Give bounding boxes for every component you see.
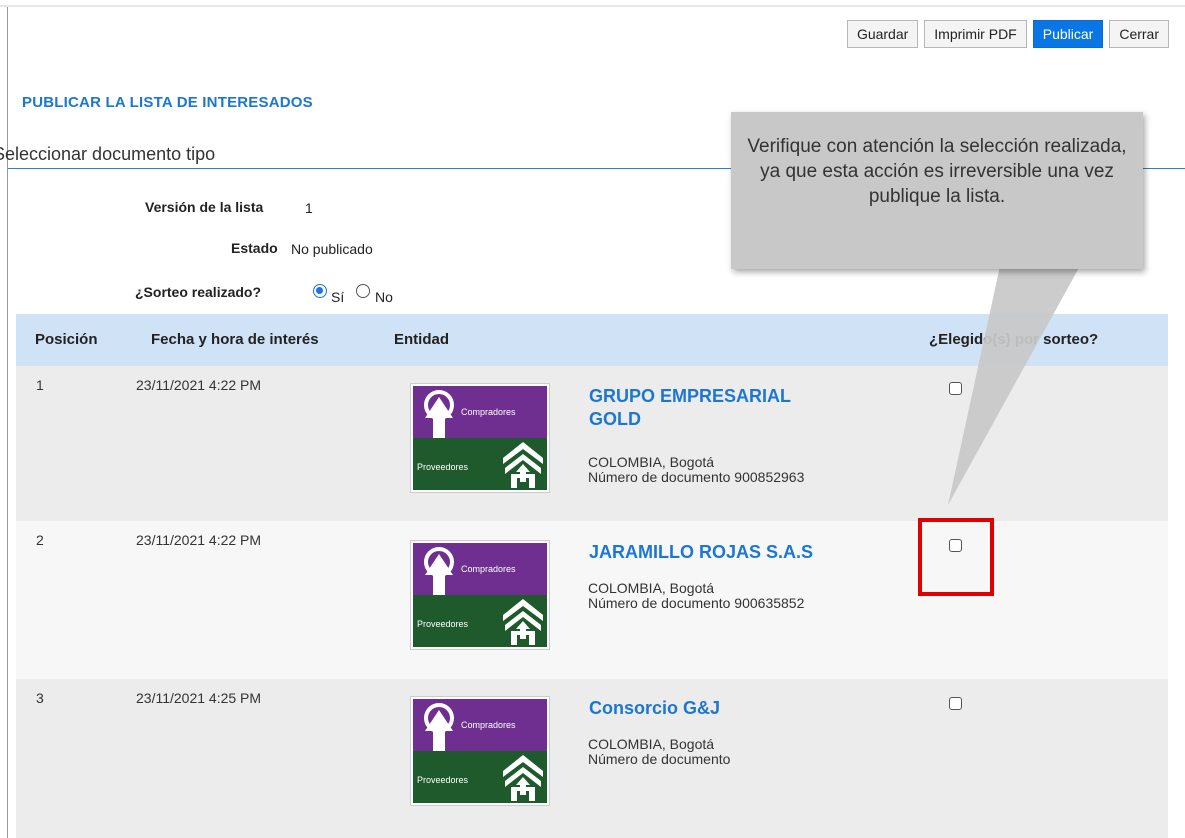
row-position: 2 xyxy=(36,532,44,548)
house-arrow-icon xyxy=(503,755,543,801)
col-posicion: Posición xyxy=(35,331,98,348)
radio-no[interactable] xyxy=(356,284,370,298)
row-date: 23/11/2021 4:22 PM xyxy=(136,532,262,548)
entity-location: COLOMBIA, Bogotá xyxy=(588,736,715,752)
house-arrow-icon xyxy=(503,599,543,645)
cerrar-button[interactable]: Cerrar xyxy=(1109,20,1169,48)
sorteo-checkbox[interactable] xyxy=(949,697,962,710)
arrow-up-icon xyxy=(424,703,454,751)
toolbar: Guardar Imprimir PDF Publicar Cerrar xyxy=(846,20,1169,48)
sorteo-label: ¿Sorteo realizado? xyxy=(135,284,262,300)
window-left-border xyxy=(7,7,8,838)
col-fecha: Fecha y hora de interés xyxy=(151,331,319,348)
entity-name-link[interactable]: JARAMILLO ROJAS S.A.S xyxy=(589,541,813,564)
estado-value: No publicado xyxy=(291,241,373,257)
entity-document: Número de documento xyxy=(588,751,731,767)
row-date: 23/11/2021 4:25 PM xyxy=(136,690,262,706)
entity-document: Número de documento 900852963 xyxy=(588,469,805,485)
entity-name-link[interactable]: GRUPO EMPRESARIAL GOLD xyxy=(589,385,791,431)
entity-logo: Compradores Proveedores xyxy=(410,383,550,493)
arrow-up-icon xyxy=(424,390,454,438)
entity-location: COLOMBIA, Bogotá xyxy=(588,454,715,470)
entity-logo: Compradores Proveedores xyxy=(410,540,550,650)
version-value: 1 xyxy=(305,200,313,216)
entity-name-link[interactable]: Consorcio G&J xyxy=(589,697,720,720)
imprimir-pdf-button[interactable]: Imprimir PDF xyxy=(924,20,1027,48)
arrow-up-icon xyxy=(424,547,454,595)
entity-document: Número de documento 900635852 xyxy=(588,595,805,611)
entity-logo: Compradores Proveedores xyxy=(410,696,550,806)
col-entidad: Entidad xyxy=(394,331,449,348)
radio-si[interactable] xyxy=(313,284,327,298)
estado-label: Estado xyxy=(231,240,278,256)
house-arrow-icon xyxy=(503,442,543,488)
callout-text: Verifique con atención la selección real… xyxy=(747,136,1127,207)
highlight-box xyxy=(918,518,994,596)
version-label: Versión de la lista xyxy=(145,199,264,215)
row-date: 23/11/2021 4:22 PM xyxy=(136,377,262,393)
page-title: PUBLICAR LA LISTA DE INTERESADOS xyxy=(22,94,313,111)
radio-no-label: No xyxy=(375,289,393,305)
row-position: 1 xyxy=(36,377,44,393)
guardar-button[interactable]: Guardar xyxy=(846,20,919,48)
col-elegido: ¿Elegido(s) por sorteo? xyxy=(929,331,1099,348)
row-position: 3 xyxy=(36,690,44,706)
callout-tooltip: Verifique con atención la selección real… xyxy=(731,112,1143,269)
radio-si-label: Sí xyxy=(331,289,345,305)
sorteo-checkbox[interactable] xyxy=(949,382,962,395)
publicar-button[interactable]: Publicar xyxy=(1032,20,1104,48)
entity-location: COLOMBIA, Bogotá xyxy=(588,580,715,596)
window-top-border xyxy=(0,5,1185,7)
section-subtitle: Seleccionar documento tipo xyxy=(0,144,216,164)
